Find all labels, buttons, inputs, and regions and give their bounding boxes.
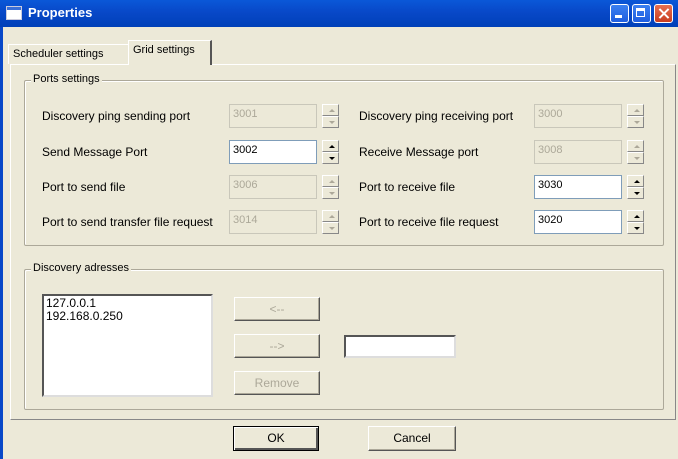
close-icon[interactable] [654,4,673,23]
spin-down-icon [322,116,339,128]
receive-file-request-label: Port to receive file request [359,215,499,229]
spin-up-icon [322,210,339,222]
tab-scheduler-settings[interactable]: Scheduler settings [8,44,129,64]
discovery-addresses-legend: Discovery adresses [31,262,131,274]
window-icon [6,6,22,20]
cancel-button[interactable]: Cancel [368,426,456,451]
spin-up-icon[interactable] [627,210,644,222]
discovery-ping-send-spinner: 3001 [229,104,342,128]
send-file-port-spinner: 3006 [229,175,342,199]
discovery-ping-recv-label: Discovery ping receiving port [359,109,514,123]
spin-down-icon [322,222,339,234]
tab-grid-settings[interactable]: Grid settings [128,40,212,65]
add-address-button[interactable]: <-- [234,297,320,321]
discovery-ping-send-label: Discovery ping sending port [42,109,191,123]
send-transfer-request-label: Port to send transfer file request [42,215,213,229]
spin-up-icon [322,175,339,187]
receive-file-request-input[interactable]: 3020 [534,210,622,234]
minimize-icon[interactable] [610,4,629,23]
ports-settings-legend: Ports settings [31,73,102,85]
discovery-ping-send-input: 3001 [229,104,317,128]
spin-down-icon [322,187,339,199]
list-item[interactable]: 192.168.0.250 [46,310,209,323]
receive-file-request-spinner[interactable]: 3020 [534,210,647,234]
receive-file-port-label: Port to receive file [359,180,456,194]
title-bar[interactable]: Properties [0,0,678,27]
send-message-port-spinner[interactable]: 3002 [229,140,342,164]
send-transfer-request-input: 3014 [229,210,317,234]
window-border [0,27,3,459]
send-message-port-input[interactable]: 3002 [229,140,317,164]
spin-up-icon [627,104,644,116]
properties-dialog: Properties Scheduler settings Grid setti… [0,0,678,459]
spin-down-icon [627,152,644,164]
receive-message-port-spinner: 3008 [534,140,647,164]
address-input[interactable] [344,335,456,358]
send-file-port-label: Port to send file [42,180,126,194]
discovery-ping-recv-input: 3000 [534,104,622,128]
spin-down-icon[interactable] [322,152,339,164]
remove-address-button[interactable]: Remove [234,371,320,395]
receive-file-port-spinner[interactable]: 3030 [534,175,647,199]
send-transfer-request-spinner: 3014 [229,210,342,234]
discovery-ping-recv-spinner: 3000 [534,104,647,128]
spin-down-icon[interactable] [627,187,644,199]
spin-up-icon [627,140,644,152]
spin-down-icon [627,116,644,128]
receive-message-port-label: Receive Message port [359,145,479,159]
send-message-port-label: Send Message Port [42,145,148,159]
window-title: Properties [28,5,93,20]
spin-up-icon[interactable] [627,175,644,187]
spin-down-icon[interactable] [627,222,644,234]
spin-up-icon[interactable] [322,140,339,152]
ok-button[interactable]: OK [233,426,319,451]
receive-message-port-input: 3008 [534,140,622,164]
spin-up-icon [322,104,339,116]
send-file-port-input: 3006 [229,175,317,199]
maximize-icon[interactable] [632,4,651,23]
discovery-addresses-list[interactable]: 127.0.0.1 192.168.0.250 [42,294,213,397]
move-address-button[interactable]: --> [234,334,320,358]
receive-file-port-input[interactable]: 3030 [534,175,622,199]
